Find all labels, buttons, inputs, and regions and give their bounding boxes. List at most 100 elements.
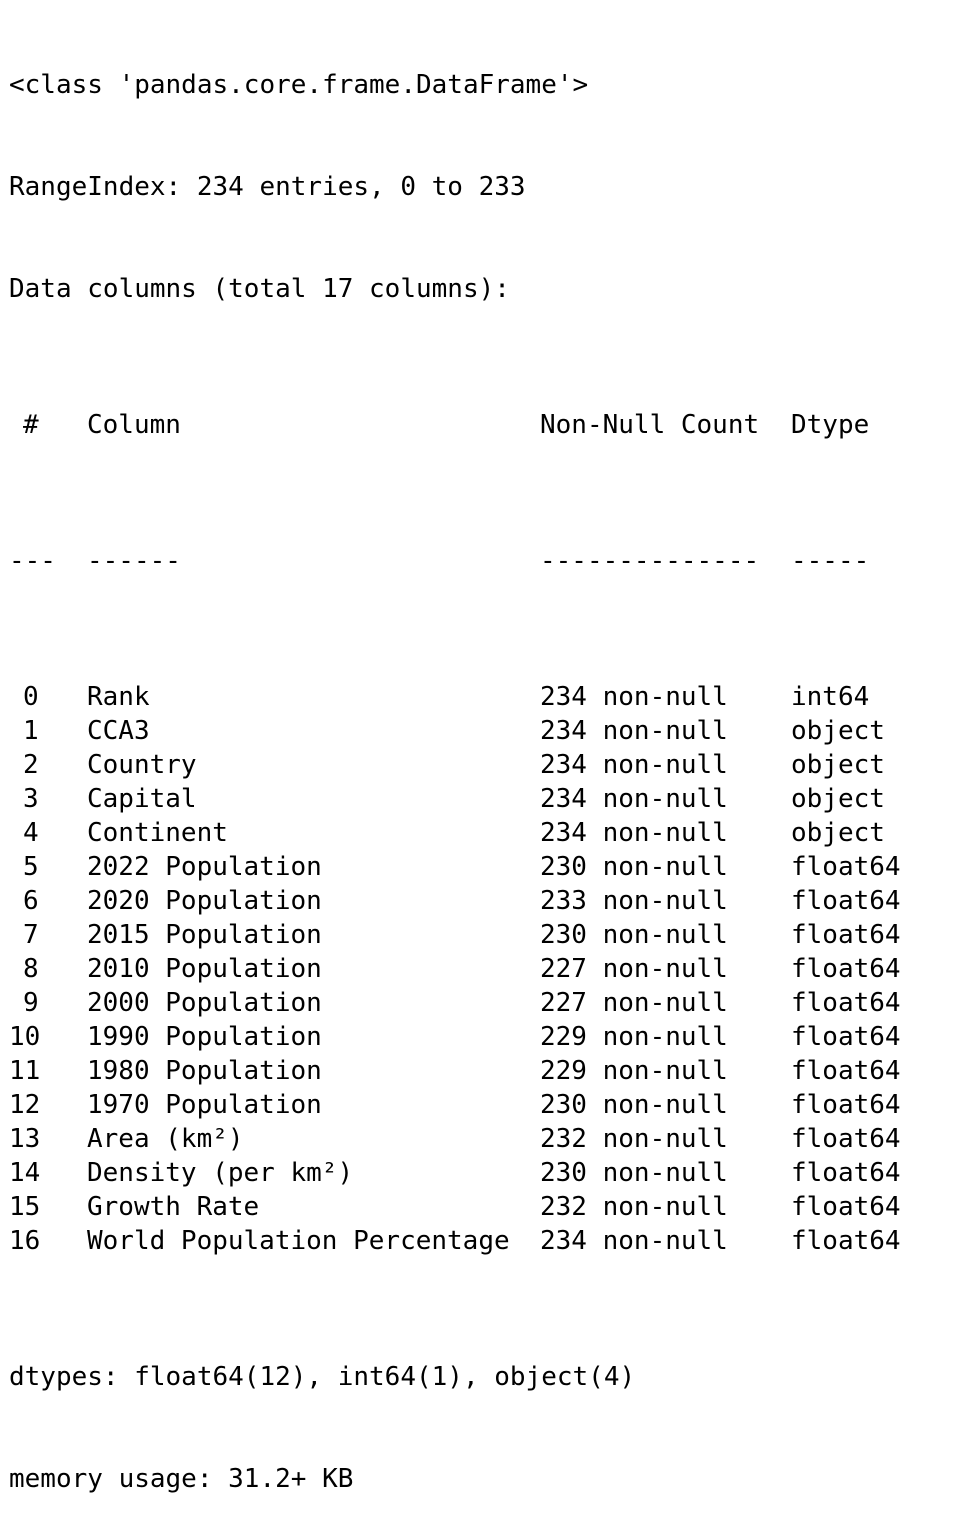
- row-count: 230 non-null: [540, 920, 728, 950]
- table-row: 1 CCA3 234 non-null object: [9, 714, 885, 748]
- row-num: 8: [23, 954, 39, 984]
- table-row: 7 2015 Population 230 non-null float64: [9, 918, 901, 952]
- row-num: 13: [9, 1124, 41, 1154]
- header-count: Non-Null Count: [540, 410, 760, 440]
- dataframe-info-output: <class 'pandas.core.frame.DataFrame'> Ra…: [9, 0, 901, 1530]
- row-count: 232 non-null: [540, 1192, 728, 1222]
- dtypes-line: dtypes: float64(12), int64(1), object(4): [9, 1362, 636, 1392]
- row-count: 233 non-null: [540, 886, 728, 916]
- row-count: 234 non-null: [540, 750, 728, 780]
- row-dtype: object: [791, 750, 885, 780]
- row-column: World Population Percentage: [87, 1226, 510, 1256]
- header-num: #: [23, 410, 39, 440]
- memory-usage-line: memory usage: 31.2+ KB: [9, 1464, 354, 1494]
- row-num: 7: [23, 920, 39, 950]
- row-count: 232 non-null: [540, 1124, 728, 1154]
- table-row: 5 2022 Population 230 non-null float64: [9, 850, 901, 884]
- row-dtype: float64: [791, 886, 901, 916]
- row-count: 234 non-null: [540, 1226, 728, 1256]
- row-num: 1: [23, 716, 39, 746]
- row-column: 1980 Population: [87, 1056, 322, 1086]
- row-column: 2020 Population: [87, 886, 322, 916]
- row-num: 0: [23, 682, 39, 712]
- row-num: 6: [23, 886, 39, 916]
- row-column: 2000 Population: [87, 988, 322, 1018]
- header-column: Column: [87, 410, 181, 440]
- table-separator: --- ------ -------------- -----: [9, 544, 869, 578]
- table-row: 9 2000 Population 227 non-null float64: [9, 986, 901, 1020]
- table-row: 2 Country 234 non-null object: [9, 748, 885, 782]
- row-count: 234 non-null: [540, 682, 728, 712]
- row-column: Density (per km²): [87, 1158, 354, 1188]
- row-column: Capital: [87, 784, 197, 814]
- row-num: 4: [23, 818, 39, 848]
- row-dtype: int64: [791, 682, 870, 712]
- separator-column: ------: [87, 546, 181, 576]
- table-row: 11 1980 Population 229 non-null float64: [9, 1054, 901, 1088]
- table-row: 16 World Population Percentage 234 non-nul…: [9, 1224, 901, 1258]
- row-num: 9: [23, 988, 39, 1018]
- row-num: 10: [9, 1022, 41, 1052]
- row-column: Growth Rate: [87, 1192, 260, 1222]
- row-dtype: float64: [791, 1090, 901, 1120]
- header-dtype: Dtype: [791, 410, 870, 440]
- table-row: 3 Capital 234 non-null object: [9, 782, 885, 816]
- row-dtype: float64: [791, 1192, 901, 1222]
- table-row: 8 2010 Population 227 non-null float64: [9, 952, 901, 986]
- table-row: 13 Area (km²) 232 non-null float64: [9, 1122, 901, 1156]
- row-dtype: float64: [791, 1158, 901, 1188]
- row-column: 2015 Population: [87, 920, 322, 950]
- row-column: 2010 Population: [87, 954, 322, 984]
- class-line: <class 'pandas.core.frame.DataFrame'>: [9, 70, 589, 100]
- row-dtype: float64: [791, 954, 901, 984]
- row-column: 1970 Population: [87, 1090, 322, 1120]
- row-num: 5: [23, 852, 39, 882]
- row-count: 229 non-null: [540, 1022, 728, 1052]
- row-count: 230 non-null: [540, 1158, 728, 1188]
- row-dtype: object: [791, 716, 885, 746]
- row-column: Area (km²): [87, 1124, 244, 1154]
- table-row: 12 1970 Population 230 non-null float64: [9, 1088, 901, 1122]
- row-column: Rank: [87, 682, 150, 712]
- table-row: 10 1990 Population 229 non-null float64: [9, 1020, 901, 1054]
- row-dtype: object: [791, 784, 885, 814]
- row-column: Country: [87, 750, 197, 780]
- table-row: 15 Growth Rate 232 non-null float64: [9, 1190, 901, 1224]
- columns-summary-line: Data columns (total 17 columns):: [9, 274, 510, 304]
- row-dtype: float64: [791, 920, 901, 950]
- row-dtype: float64: [791, 852, 901, 882]
- row-dtype: float64: [791, 1056, 901, 1086]
- separator-count: --------------: [540, 546, 760, 576]
- table-header: # Column Non-Null Count Dtype: [9, 408, 869, 442]
- row-count: 234 non-null: [540, 818, 728, 848]
- row-num: 16: [9, 1226, 41, 1256]
- table-row: 4 Continent 234 non-null object: [9, 816, 885, 850]
- row-count: 230 non-null: [540, 852, 728, 882]
- row-count: 227 non-null: [540, 954, 728, 984]
- row-count: 229 non-null: [540, 1056, 728, 1086]
- row-count: 227 non-null: [540, 988, 728, 1018]
- row-num: 12: [9, 1090, 41, 1120]
- row-num: 11: [9, 1056, 41, 1086]
- table-row: 6 2020 Population 233 non-null float64: [9, 884, 901, 918]
- table-rows: 0 Rank 234 non-null int64 1 CCA3 234 non-null o…: [9, 680, 901, 1258]
- separator-dtype: -----: [791, 546, 870, 576]
- row-column: 2022 Population: [87, 852, 322, 882]
- row-column: 1990 Population: [87, 1022, 322, 1052]
- row-dtype: float64: [791, 1226, 901, 1256]
- row-count: 234 non-null: [540, 784, 728, 814]
- table-row: 0 Rank 234 non-null int64: [9, 680, 869, 714]
- row-count: 230 non-null: [540, 1090, 728, 1120]
- row-column: CCA3: [87, 716, 150, 746]
- row-num: 3: [23, 784, 39, 814]
- row-num: 14: [9, 1158, 41, 1188]
- row-dtype: float64: [791, 988, 901, 1018]
- row-dtype: object: [791, 818, 885, 848]
- row-dtype: float64: [791, 1022, 901, 1052]
- row-num: 2: [23, 750, 39, 780]
- row-num: 15: [9, 1192, 41, 1222]
- row-count: 234 non-null: [540, 716, 728, 746]
- row-column: Continent: [87, 818, 228, 848]
- row-dtype: float64: [791, 1124, 901, 1154]
- range-index-line: RangeIndex: 234 entries, 0 to 233: [9, 172, 526, 202]
